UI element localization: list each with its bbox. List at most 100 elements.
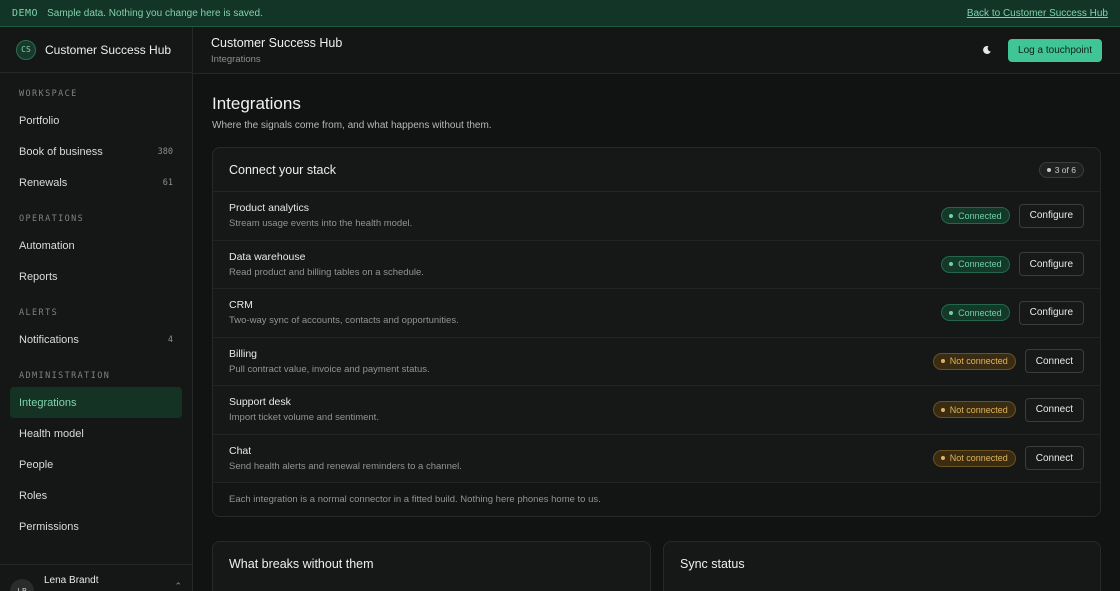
integration-row-product-analytics: Product analytics Stream usage events in… <box>213 192 1100 241</box>
sync-status-card: Sync status <box>663 541 1101 591</box>
connected-count-badge: 3 of 6 <box>1038 161 1084 178</box>
page-subtitle: Where the signals come from, and what ha… <box>212 120 492 131</box>
integration-description: Pull contract value, invoice and payment… <box>229 363 430 375</box>
status-badge: Connected <box>941 304 1010 322</box>
integration-name: Chat <box>229 444 252 457</box>
user-name: Lena Brandt <box>44 575 99 586</box>
status-label: Not connected <box>949 453 1008 464</box>
sidebar-item-notifications[interactable]: Notifications 4 <box>10 324 182 355</box>
status-dot-icon <box>949 262 954 267</box>
status-label: Not connected <box>949 404 1008 415</box>
sidebar-item-label: Integrations <box>19 396 77 409</box>
demo-tag: DEMO <box>12 7 39 19</box>
status-dot-icon <box>940 456 945 461</box>
sidebar-item-label: Book of business <box>19 145 103 158</box>
status-badge: Connected <box>941 207 1010 225</box>
sidebar-item-renewals[interactable]: Renewals 61 <box>10 167 182 198</box>
integration-description: Send health alerts and renewal reminders… <box>229 460 462 472</box>
integration-description: Two-way sync of accounts, contacts and o… <box>229 315 459 327</box>
integration-row-chat: Chat Send health alerts and renewal remi… <box>213 435 1100 483</box>
card-title: Sync status <box>680 557 745 571</box>
expand-icon: ⌃ <box>174 581 182 591</box>
sidebar-item-automation[interactable]: Automation <box>10 230 182 261</box>
card-title: Connect your stack <box>229 162 336 177</box>
section-label-alerts: ALERTS <box>19 308 59 318</box>
integration-description: Stream usage events into the health mode… <box>229 218 413 230</box>
demo-banner: DEMO Sample data. Nothing you change her… <box>0 0 1120 27</box>
integration-name: Product analytics <box>229 202 309 215</box>
sidebar-item-label: Automation <box>19 239 75 252</box>
card-footer-note: Each integration is a normal connector i… <box>213 483 1100 516</box>
sidebar-item-label: Reports <box>19 270 58 283</box>
sidebar-item-count: 61 <box>162 177 173 188</box>
sidebar-item-label: Permissions <box>19 520 79 533</box>
status-badge: Not connected <box>932 401 1016 419</box>
integration-row-billing: Billing Pull contract value, invoice and… <box>213 338 1100 386</box>
sidebar-item-roles[interactable]: Roles <box>10 480 182 511</box>
brand-logo: CS <box>16 39 36 60</box>
sidebar-item-book-of-business[interactable]: Book of business 380 <box>10 136 182 167</box>
sidebar-item-count: 380 <box>157 146 173 157</box>
sidebar-item-label: Notifications <box>19 333 79 346</box>
section-label-administration: ADMINISTRATION <box>19 371 111 381</box>
user-menu[interactable]: LB Lena Brandt ⌃ <box>0 564 192 591</box>
status-label: Connected <box>958 259 1002 270</box>
brand-name: Customer Success Hub <box>45 42 172 57</box>
sidebar-item-integrations[interactable]: Integrations <box>10 387 182 418</box>
configure-button[interactable]: Configure <box>1018 300 1084 325</box>
sidebar-item-label: People <box>19 458 54 471</box>
sidebar-item-label: Portfolio <box>19 114 60 127</box>
breadcrumb: Integrations <box>211 53 261 65</box>
demo-message: Sample data. Nothing you change here is … <box>47 7 263 19</box>
sidebar-item-count: 4 <box>167 334 173 345</box>
integration-row-data-warehouse: Data warehouse Read product and billing … <box>213 241 1100 289</box>
integration-row-crm: CRM Two-way sync of accounts, contacts a… <box>213 289 1100 338</box>
sidebar-item-permissions[interactable]: Permissions <box>10 511 182 542</box>
top-header: Customer Success Hub Integrations Log a … <box>193 27 1120 74</box>
what-breaks-card: What breaks without them <box>212 541 651 591</box>
integration-name: Support desk <box>229 396 291 409</box>
configure-button[interactable]: Configure <box>1018 203 1084 228</box>
integration-name: Data warehouse <box>229 250 306 263</box>
status-dot-icon <box>949 213 954 218</box>
back-link[interactable]: Back to Customer Success Hub <box>967 8 1108 19</box>
integration-description: Import ticket volume and sentiment. <box>229 412 379 424</box>
integration-row-support-desk: Support desk Import ticket volume and se… <box>213 386 1100 435</box>
status-dot-icon <box>940 407 945 412</box>
page-title: Integrations <box>212 94 301 113</box>
connect-button[interactable]: Connect <box>1024 397 1084 422</box>
avatar: LB <box>10 579 34 591</box>
dot-icon <box>1046 167 1051 172</box>
connected-count-label: 3 of 6 <box>1054 164 1076 175</box>
status-label: Connected <box>958 210 1002 221</box>
log-touchpoint-button[interactable]: Log a touchpoint <box>1008 38 1102 62</box>
sidebar-item-people[interactable]: People <box>10 449 182 480</box>
status-badge: Connected <box>941 255 1010 273</box>
status-badge: Not connected <box>932 449 1016 467</box>
sidebar-item-label: Roles <box>19 489 48 502</box>
sidebar-item-label: Health model <box>19 427 84 440</box>
sidebar: CS Customer Success Hub WORKSPACE Portfo… <box>0 27 193 591</box>
status-badge: Not connected <box>932 352 1016 370</box>
integration-description: Read product and billing tables on a sch… <box>229 266 424 278</box>
sidebar-item-health-model[interactable]: Health model <box>10 418 182 449</box>
status-dot-icon <box>940 359 945 364</box>
connect-button[interactable]: Connect <box>1024 446 1084 471</box>
integration-name: CRM <box>229 299 253 312</box>
integration-name: Billing <box>229 347 258 360</box>
sidebar-item-label: Renewals <box>19 176 68 189</box>
status-dot-icon <box>949 310 954 315</box>
configure-button[interactable]: Configure <box>1018 252 1084 277</box>
sidebar-item-portfolio[interactable]: Portfolio <box>10 105 182 136</box>
card-header: Connect your stack 3 of 6 <box>213 148 1100 192</box>
theme-toggle-button[interactable] <box>975 38 999 62</box>
section-label-workspace: WORKSPACE <box>19 89 78 99</box>
connect-stack-card: Connect your stack 3 of 6 Product analyt… <box>212 147 1101 517</box>
sidebar-item-reports[interactable]: Reports <box>10 261 182 292</box>
card-title: What breaks without them <box>229 557 374 571</box>
header-title: Customer Success Hub <box>211 35 343 50</box>
section-label-operations: OPERATIONS <box>19 214 85 224</box>
main-content: Integrations Where the signals come from… <box>212 74 1101 591</box>
brand[interactable]: CS Customer Success Hub <box>0 27 192 73</box>
connect-button[interactable]: Connect <box>1024 349 1084 374</box>
